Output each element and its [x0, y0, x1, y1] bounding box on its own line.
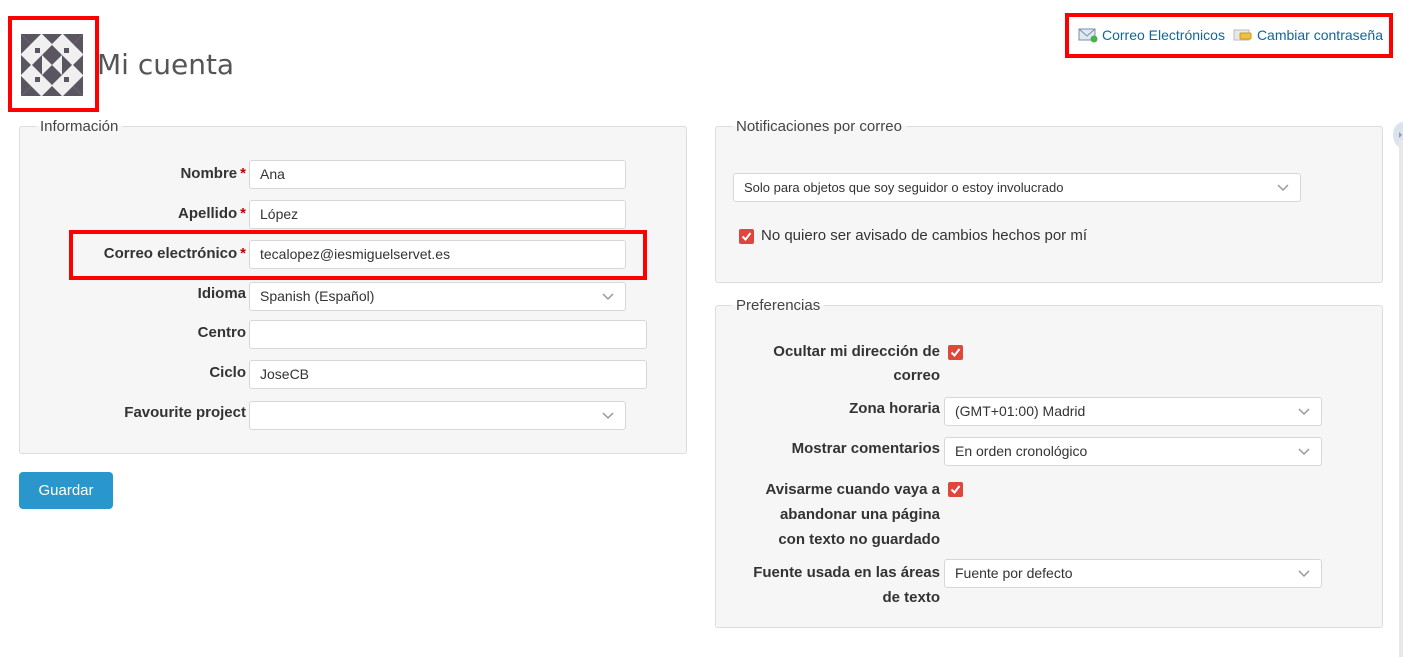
ciclo-label: Ciclo — [209, 364, 246, 381]
font-label: Fuente usada en las áreas de texto — [753, 564, 940, 606]
idioma-label: Idioma — [197, 285, 246, 302]
checkmark-icon — [950, 348, 961, 358]
font-select[interactable]: Fuente por defecto — [944, 559, 1322, 588]
preferences-legend: Preferencias — [736, 297, 821, 314]
comments-value: En orden cronológico — [955, 443, 1088, 459]
email-highlight-box — [69, 230, 647, 280]
save-button[interactable]: Guardar — [19, 472, 113, 509]
apellido-input[interactable]: López — [249, 200, 626, 229]
avatar-highlight-box — [8, 16, 99, 112]
chevron-down-icon — [602, 293, 614, 301]
favourite-project-select[interactable] — [249, 401, 626, 430]
checkmark-icon — [950, 485, 961, 495]
chevron-down-icon — [1298, 570, 1310, 578]
chevron-down-icon — [602, 412, 614, 420]
comments-label: Mostrar comentarios — [791, 440, 940, 457]
apellido-label: Apellido * — [177, 205, 246, 222]
comments-select[interactable]: En orden cronológico — [944, 437, 1322, 466]
no-self-notify-label: No quiero ser avisado de cambios hechos … — [761, 227, 1088, 244]
notifications-select-value: Solo para objetos que soy seguidor o est… — [744, 180, 1064, 195]
warn-unsaved-checkbox[interactable] — [948, 482, 963, 497]
idioma-select[interactable]: Spanish (Español) — [249, 282, 626, 311]
notifications-legend: Notificaciones por correo — [736, 118, 902, 135]
info-legend: Información — [40, 118, 119, 135]
chevron-down-icon — [1298, 408, 1310, 416]
page-title: Mi cuenta — [97, 48, 235, 81]
nombre-input[interactable]: Ana — [249, 160, 626, 189]
checkmark-icon — [741, 232, 752, 242]
nombre-label: Nombre * — [180, 165, 246, 182]
hide-email-checkbox[interactable] — [948, 345, 963, 360]
favourite-project-label: Favourite project — [124, 404, 246, 421]
font-value: Fuente por defecto — [955, 565, 1073, 581]
ciclo-input[interactable]: JoseCB — [249, 360, 647, 389]
top-links-highlight-box — [1065, 13, 1393, 58]
timezone-value: (GMT+01:00) Madrid — [955, 403, 1086, 419]
notifications-select[interactable]: Solo para objetos que soy seguidor o est… — [733, 173, 1301, 202]
warn-unsaved-label: Avisarme cuando vaya a abandonar una pág… — [765, 481, 940, 548]
no-self-notify-checkbox[interactable] — [739, 229, 754, 244]
timezone-label: Zona horaria — [849, 400, 940, 417]
scrollbar[interactable] — [1399, 140, 1403, 657]
centro-input[interactable] — [249, 320, 647, 349]
chevron-down-icon — [1298, 448, 1310, 456]
timezone-select[interactable]: (GMT+01:00) Madrid — [944, 397, 1322, 426]
chevron-down-icon — [1277, 184, 1289, 192]
hide-email-label: Ocultar mi dirección de correo — [773, 343, 940, 384]
centro-label: Centro — [197, 324, 246, 341]
idioma-value: Spanish (Español) — [260, 288, 375, 304]
